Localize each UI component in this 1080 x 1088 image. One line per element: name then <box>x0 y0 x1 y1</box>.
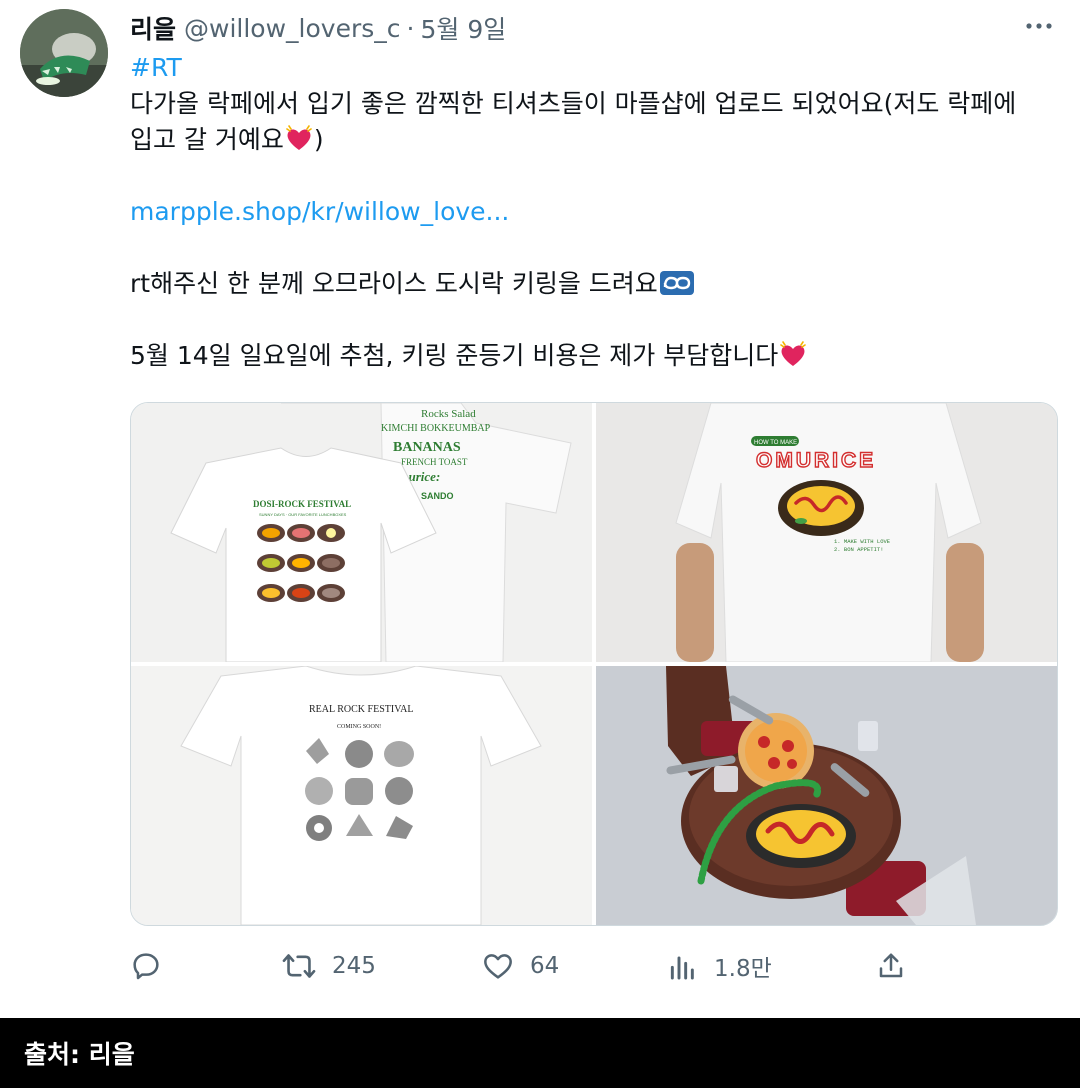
like-button[interactable]: 64 <box>482 944 559 988</box>
author-display-name[interactable]: 리을 <box>130 10 176 46</box>
reply-button[interactable] <box>130 944 178 988</box>
heart-emoji-icon <box>284 123 314 153</box>
front-print-title: DOSI-ROCK FESTIVAL <box>253 499 351 509</box>
text-line-4-text: 5월 14일 일요일에 추첨, 키링 준등기 비용은 제가 부담합니다 <box>130 341 779 370</box>
text-line-4: 5월 14일 일요일에 추첨, 키링 준등기 비용은 제가 부담합니다 <box>130 338 1050 374</box>
source-bar: 출처: 리을 <box>0 1018 1080 1088</box>
share-button[interactable] <box>876 944 906 988</box>
tweet-date[interactable]: 5월 9일 <box>420 10 506 46</box>
tweet-header: 리을 @willow_lovers_c · 5월 9일 <box>130 10 506 46</box>
hashtag-link[interactable]: #RT <box>130 53 182 82</box>
omurice-step-2: 2. BON APPETIT! <box>834 546 884 553</box>
view-count: 1.8만 <box>714 956 772 982</box>
media-image-realrock-tshirt[interactable]: REAL ROCK FESTIVAL COMING SOON! <box>131 666 592 925</box>
text-line-2-end: ) <box>313 125 324 154</box>
media-image-omurice-tshirt[interactable]: HOW TO MAKE OMURICE 1. MAKE WITH LOVE 2.… <box>596 403 1057 662</box>
rock-grid <box>305 738 414 841</box>
share-icon <box>876 950 906 982</box>
tweet-text: #RT 다가올 락페에서 입기 좋은 깜찍한 티셔츠들이 마플샵에 업로드 되었… <box>130 50 1050 374</box>
omurice-print-title: OMURICE <box>756 449 876 472</box>
avatar[interactable] <box>20 9 108 97</box>
more-icon[interactable] <box>1024 14 1054 38</box>
reply-icon <box>130 950 162 982</box>
text-line-2-start: 입고 갈 거예요 <box>130 125 284 154</box>
text-line-1: 다가올 락페에서 입기 좋은 깜찍한 티셔츠들이 마플샵에 업로드 되었어요(저… <box>130 89 1017 118</box>
omurice-print-label: HOW TO MAKE <box>754 440 797 446</box>
back-print-line-6: SANDO <box>421 491 454 501</box>
source-label: 출처: 리을 <box>24 1040 135 1069</box>
text-line-3: rt해주신 한 분께 오므라이스 도시락 키링을 드려요 <box>130 266 1050 302</box>
media-image-dosirock-tshirt[interactable]: Rocks Salad KIMCHI BOKKEUMBAP BANANAS FR… <box>131 403 592 662</box>
views-button[interactable]: 1.8만 <box>668 944 772 988</box>
realrock-print-subtitle: COMING SOON! <box>337 724 381 730</box>
front-print-subtitle: SUNNY DAYS · OUR FAVORITE LUNCHBOXES <box>259 512 347 517</box>
shop-link[interactable]: marpple.shop/kr/willow_love... <box>130 197 509 226</box>
retweet-icon <box>282 950 316 982</box>
media-image-miniature-table[interactable] <box>596 666 1057 925</box>
tweet: 리을 @willow_lovers_c · 5월 9일 #RT 다가올 락페에서… <box>0 0 1080 1018</box>
like-count: 64 <box>530 953 560 979</box>
retweet-count: 245 <box>332 953 376 979</box>
back-print-line-4: FRENCH TOAST <box>401 457 468 467</box>
text-line-3-text: rt해주신 한 분께 오므라이스 도시락 키링을 드려요 <box>130 269 658 298</box>
action-bar: 245 64 1.8만 <box>130 944 910 988</box>
retweet-button[interactable]: 245 <box>282 944 376 988</box>
back-print-line-2: KIMCHI BOKKEUMBAP <box>381 423 491 434</box>
heart-emoji-icon <box>778 339 808 369</box>
realrock-print-title: REAL ROCK FESTIVAL <box>309 704 413 715</box>
media-grid: Rocks Salad KIMCHI BOKKEUMBAP BANANAS FR… <box>130 402 1058 926</box>
lunchbox-grid <box>257 524 345 602</box>
back-print-line-1: Rocks Salad <box>421 408 476 420</box>
text-line-2: 입고 갈 거예요 ) <box>130 122 1050 158</box>
author-handle[interactable]: @willow_lovers_c <box>184 14 401 43</box>
loop-emoji-icon <box>659 269 694 295</box>
back-print-line-3: BANANAS <box>393 440 461 455</box>
like-icon <box>482 950 514 982</box>
omurice-step-1: 1. MAKE WITH LOVE <box>834 538 891 545</box>
views-icon <box>668 950 698 982</box>
header-separator: · <box>406 13 415 43</box>
